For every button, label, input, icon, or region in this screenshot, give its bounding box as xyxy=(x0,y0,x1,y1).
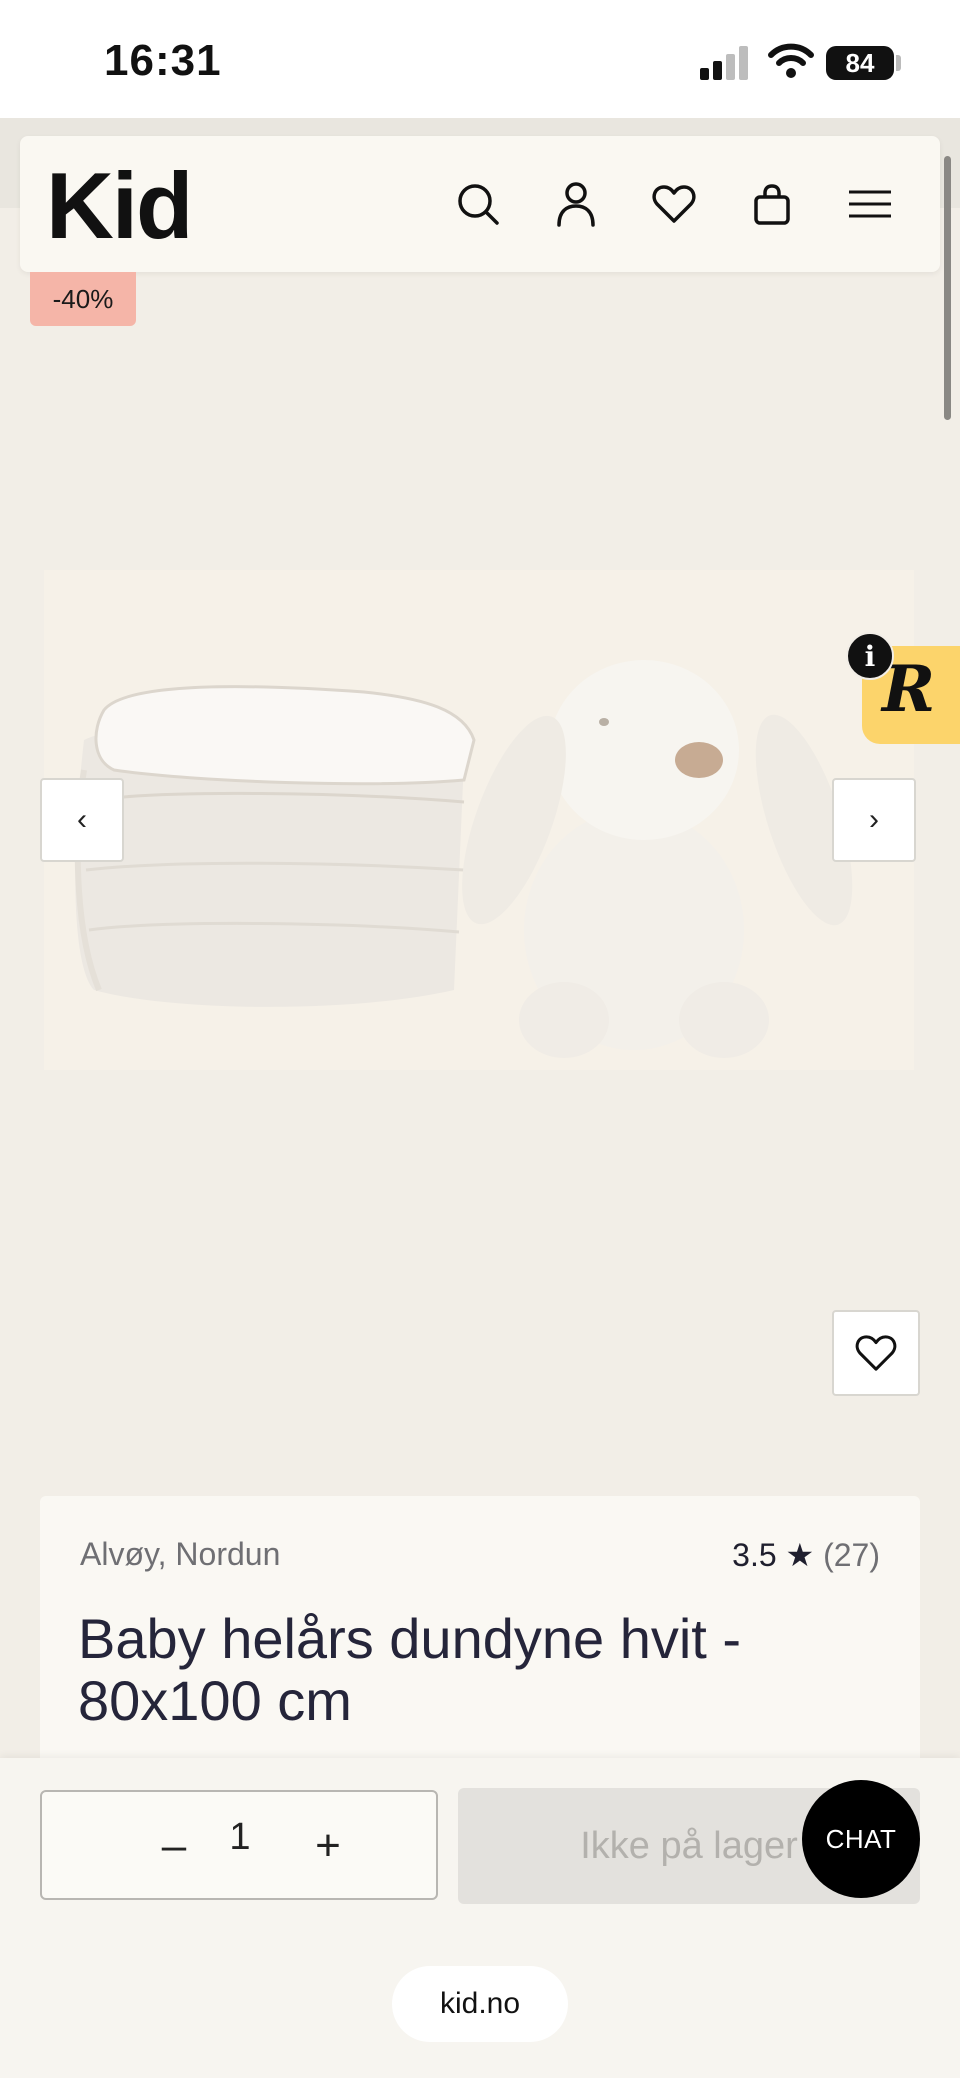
site-header: Kid xyxy=(20,136,940,272)
battery-icon: 84 xyxy=(826,46,894,80)
site-logo[interactable]: Kid xyxy=(46,152,193,260)
status-time: 16:31 xyxy=(104,36,222,85)
review-count: (27) xyxy=(823,1537,880,1573)
wifi-icon xyxy=(768,43,814,78)
signal-icon xyxy=(700,46,748,80)
account-icon[interactable] xyxy=(548,176,604,232)
scrollbar[interactable] xyxy=(944,156,951,420)
wishlist-icon[interactable] xyxy=(646,176,702,232)
cart-icon[interactable] xyxy=(744,176,800,232)
product-brand[interactable]: Alvøy, Nordun xyxy=(80,1536,280,1573)
status-bar: 16:31 84 xyxy=(0,0,960,118)
search-icon[interactable] xyxy=(450,176,506,232)
heart-icon xyxy=(855,1335,897,1371)
quantity-value[interactable]: 1 xyxy=(216,1816,264,1859)
add-to-wishlist-button[interactable] xyxy=(832,1310,920,1396)
product-image[interactable] xyxy=(44,570,914,1070)
quantity-decrease-button[interactable]: – xyxy=(146,1818,202,1874)
battery-cap xyxy=(896,55,901,71)
menu-icon[interactable] xyxy=(842,176,898,232)
chat-button[interactable]: CHAT xyxy=(802,1780,920,1898)
product-title: Baby helårs dundyne hvit - 80x100 cm xyxy=(78,1607,742,1732)
product-rating[interactable]: 3.5 ★ (27) xyxy=(732,1536,880,1574)
quantity-stepper: – 1 + xyxy=(40,1790,438,1900)
discount-badge: -40% xyxy=(30,272,136,326)
browser-url-bar[interactable]: kid.no xyxy=(392,1966,568,2042)
quantity-increase-button[interactable]: + xyxy=(300,1818,356,1874)
info-icon[interactable]: i xyxy=(846,632,894,680)
gallery-prev-button[interactable]: ‹ xyxy=(40,778,124,862)
gallery-next-button[interactable]: › xyxy=(832,778,916,862)
rating-value: 3.5 ★ xyxy=(732,1537,815,1573)
